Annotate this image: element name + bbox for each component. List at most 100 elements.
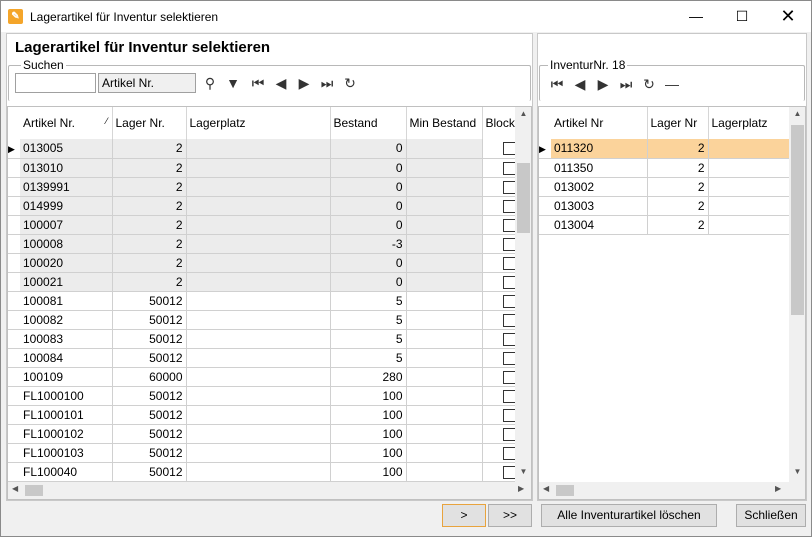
- block-checkbox[interactable]: [502, 332, 515, 346]
- block-checkbox[interactable]: [502, 161, 515, 175]
- cell-block[interactable]: [482, 291, 517, 311]
- cell-block[interactable]: [482, 215, 517, 235]
- cell-artikel[interactable]: 100083: [20, 329, 113, 349]
- table-row[interactable]: 013002 2: [539, 177, 790, 197]
- block-checkbox[interactable]: [502, 389, 515, 403]
- last-record-icon[interactable]: ⏭: [615, 73, 637, 95]
- cell-min-bestand[interactable]: [406, 234, 483, 254]
- first-record-icon[interactable]: ⏮: [247, 72, 269, 94]
- add-all-button[interactable]: >>: [488, 504, 532, 527]
- cell-artikel[interactable]: 100081: [20, 291, 113, 311]
- cell-min-bestand[interactable]: [406, 253, 483, 273]
- cell-lagerplatz[interactable]: [186, 234, 331, 254]
- table-row[interactable]: 100007 2 0: [8, 215, 517, 235]
- maximize-icon[interactable]: ☐: [719, 1, 765, 32]
- column-header-lager[interactable]: Lager Nr.: [112, 107, 187, 139]
- table-row[interactable]: 013004 2: [539, 215, 790, 235]
- cell-artikel[interactable]: 100020: [20, 253, 113, 273]
- block-checkbox[interactable]: [502, 427, 515, 441]
- cell-artikel[interactable]: 100082: [20, 310, 113, 330]
- cell-artikel-nr[interactable]: 013002: [551, 177, 648, 197]
- cell-lager[interactable]: 2: [112, 158, 187, 178]
- search-field-select[interactable]: Artikel Nr.: [98, 73, 196, 93]
- left-horizontal-scrollbar[interactable]: ◀ ▶: [8, 482, 531, 499]
- column-header-artikel-nr[interactable]: Artikel Nr: [551, 107, 648, 139]
- cell-lager-nr[interactable]: 2: [647, 196, 709, 216]
- cell-bestand[interactable]: 0: [330, 158, 407, 178]
- close-button[interactable]: Schließen: [736, 504, 806, 527]
- cell-block[interactable]: [482, 348, 517, 368]
- cell-lagerplatz[interactable]: [186, 310, 331, 330]
- cell-artikel[interactable]: 013005: [20, 139, 113, 159]
- cell-artikel[interactable]: 100084: [20, 348, 113, 368]
- cell-artikel[interactable]: FL1000100: [20, 386, 113, 406]
- cell-bestand[interactable]: 100: [330, 462, 407, 482]
- cell-lager[interactable]: 50012: [112, 424, 187, 444]
- cell-block[interactable]: [482, 329, 517, 349]
- table-row[interactable]: FL1000100 50012 100: [8, 386, 517, 406]
- last-record-icon[interactable]: ⏭: [316, 72, 338, 94]
- minimize-icon[interactable]: —: [673, 1, 719, 32]
- cell-lagerplatz[interactable]: [186, 196, 331, 216]
- cell-artikel[interactable]: FL100040: [20, 462, 113, 482]
- cell-lagerplatz[interactable]: [708, 196, 790, 216]
- cell-block[interactable]: [482, 253, 517, 273]
- cell-min-bestand[interactable]: [406, 196, 483, 216]
- cell-min-bestand[interactable]: [406, 348, 483, 368]
- table-row[interactable]: FL1000102 50012 100: [8, 424, 517, 444]
- block-checkbox[interactable]: [502, 370, 515, 384]
- cell-bestand[interactable]: 100: [330, 405, 407, 425]
- cell-bestand[interactable]: 100: [330, 443, 407, 463]
- cell-block[interactable]: [482, 177, 517, 197]
- table-row[interactable]: 013010 2 0: [8, 158, 517, 178]
- table-row[interactable]: FL1000103 50012 100: [8, 443, 517, 463]
- cell-bestand[interactable]: -3: [330, 234, 407, 254]
- next-record-icon[interactable]: ▶: [592, 73, 614, 95]
- column-header-lagerplatz[interactable]: Lagerplatz: [708, 107, 790, 139]
- cell-bestand[interactable]: 5: [330, 291, 407, 311]
- column-header-lager-nr[interactable]: Lager Nr: [647, 107, 709, 139]
- cell-min-bestand[interactable]: [406, 158, 483, 178]
- cell-lager[interactable]: 2: [112, 139, 187, 159]
- table-row[interactable]: 013003 2: [539, 196, 790, 216]
- cell-lagerplatz[interactable]: [186, 177, 331, 197]
- previous-record-icon[interactable]: ◀: [270, 72, 292, 94]
- cell-bestand[interactable]: 280: [330, 367, 407, 387]
- cell-artikel[interactable]: FL1000101: [20, 405, 113, 425]
- cell-lager[interactable]: 50012: [112, 310, 187, 330]
- cell-lager-nr[interactable]: 2: [647, 158, 709, 178]
- block-checkbox[interactable]: [502, 180, 515, 194]
- block-checkbox[interactable]: [502, 256, 515, 270]
- table-row[interactable]: FL1000101 50012 100: [8, 405, 517, 425]
- cell-lager[interactable]: 2: [112, 253, 187, 273]
- block-checkbox[interactable]: [502, 446, 515, 460]
- block-checkbox[interactable]: [502, 142, 515, 156]
- cell-lagerplatz[interactable]: [186, 253, 331, 273]
- table-row[interactable]: 100082 50012 5: [8, 310, 517, 330]
- left-vertical-scrollbar[interactable]: ▲ ▼: [515, 107, 531, 482]
- block-checkbox[interactable]: [502, 408, 515, 422]
- refresh-icon[interactable]: ↻: [339, 72, 361, 94]
- filter-icon[interactable]: ▼: [222, 72, 244, 94]
- cell-lagerplatz[interactable]: [708, 158, 790, 178]
- cell-artikel-nr[interactable]: 013003: [551, 196, 648, 216]
- cell-min-bestand[interactable]: [406, 367, 483, 387]
- cell-block[interactable]: [482, 405, 517, 425]
- block-checkbox[interactable]: [502, 465, 515, 479]
- cell-min-bestand[interactable]: [406, 405, 483, 425]
- search-input[interactable]: [15, 73, 96, 93]
- block-checkbox[interactable]: [502, 351, 515, 365]
- right-vertical-scrollbar[interactable]: ▲ ▼: [789, 107, 805, 482]
- cell-bestand[interactable]: 0: [330, 139, 407, 159]
- cell-block[interactable]: [482, 234, 517, 254]
- cell-lagerplatz[interactable]: [708, 177, 790, 197]
- cell-block[interactable]: [482, 386, 517, 406]
- cell-lagerplatz[interactable]: [186, 139, 331, 159]
- cell-lagerplatz[interactable]: [186, 348, 331, 368]
- cell-bestand[interactable]: 0: [330, 177, 407, 197]
- cell-min-bestand[interactable]: [406, 386, 483, 406]
- cell-lager[interactable]: 50012: [112, 291, 187, 311]
- cell-lagerplatz[interactable]: [186, 462, 331, 482]
- previous-record-icon[interactable]: ◀: [569, 73, 591, 95]
- cell-lagerplatz[interactable]: [186, 405, 331, 425]
